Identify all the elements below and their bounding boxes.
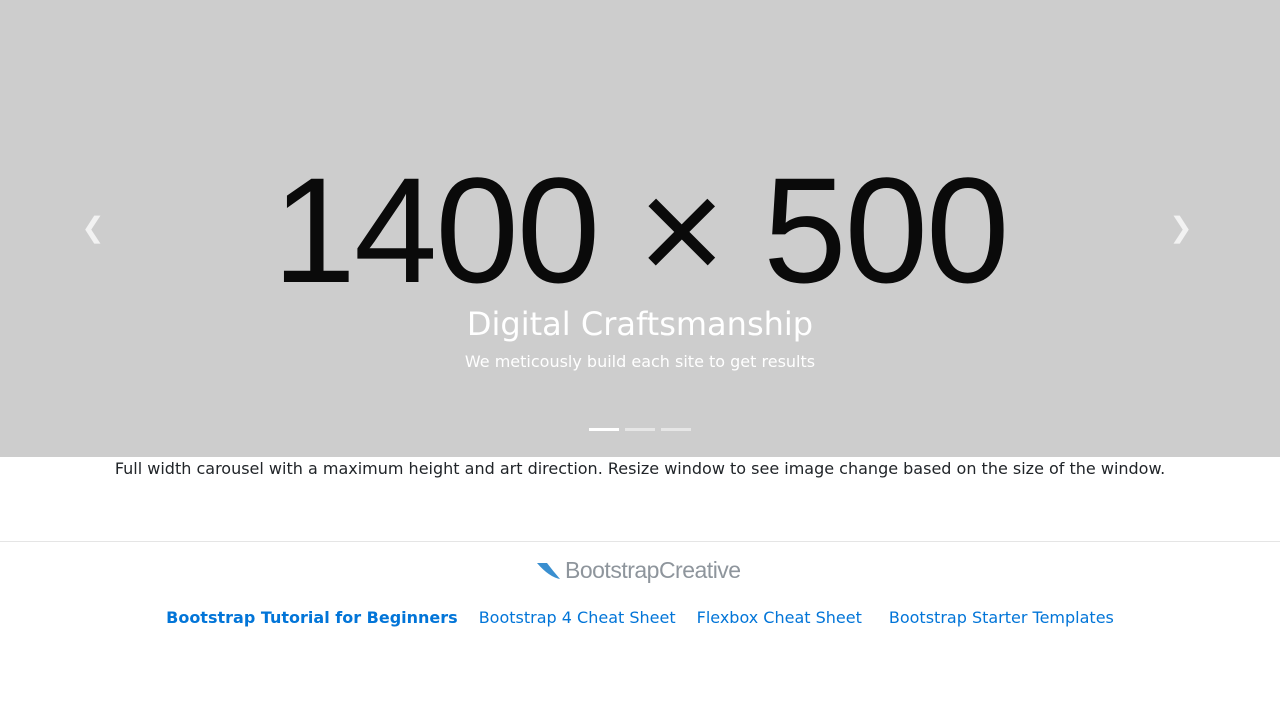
divider: [0, 541, 1280, 542]
caption-title: Digital Craftsmanship: [466, 305, 814, 343]
carousel-indicators: [589, 428, 691, 431]
link-flexbox-cheat-sheet[interactable]: Flexbox Cheat Sheet: [697, 608, 862, 627]
description: Full width carousel with a maximum heigh…: [114, 459, 1166, 478]
carousel-prev-button[interactable]: ❮: [73, 208, 113, 248]
indicator-2[interactable]: [625, 428, 655, 431]
carousel: 1400 × 500 Digital Craftsmanship We meti…: [0, 0, 1280, 457]
bootstrapcreative-logo[interactable]: BootstrapCreative: [537, 557, 741, 584]
link-bootstrap-starter-templates[interactable]: Bootstrap Starter Templates: [889, 608, 1114, 627]
indicator-3[interactable]: [661, 428, 691, 431]
chevron-right-icon: ❯: [1169, 211, 1193, 244]
chevron-left-icon: ❮: [81, 211, 105, 244]
indicator-1[interactable]: [589, 428, 619, 431]
link-bootstrap-4-cheat-sheet[interactable]: Bootstrap 4 Cheat Sheet: [479, 608, 676, 627]
placeholder-image-text: 1400 × 500: [272, 146, 1010, 314]
footer-links: Bootstrap Tutorial for Beginners Bootstr…: [0, 608, 1280, 627]
link-bootstrap-tutorial[interactable]: Bootstrap Tutorial for Beginners: [166, 608, 458, 627]
caption-text: We meticously build each site to get res…: [464, 352, 816, 371]
logo-text: BootstrapCreative: [565, 557, 741, 583]
carousel-next-button[interactable]: ❯: [1161, 208, 1201, 248]
logo-swoosh-icon: [537, 562, 560, 579]
